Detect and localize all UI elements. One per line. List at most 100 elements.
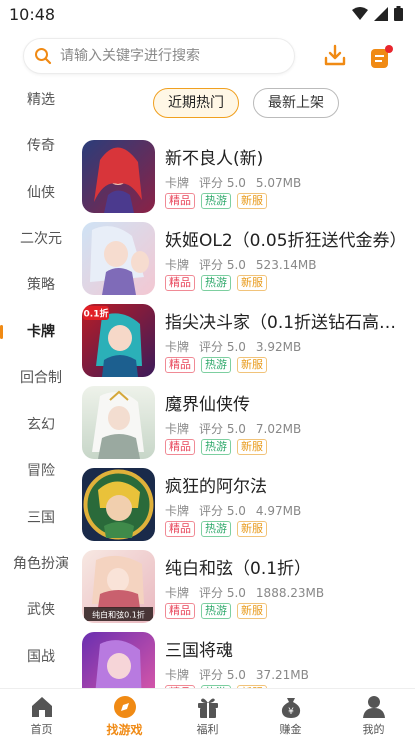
search-icon [35, 48, 52, 65]
sidebar-item-label: 传奇 [27, 138, 55, 154]
nav-home[interactable]: 首页 [0, 689, 83, 738]
download-icon[interactable] [322, 43, 348, 69]
game-list-item[interactable]: 三国将魂 卡牌评分 5.037.21MB 精品 热游 新服 [82, 628, 415, 688]
game-tags: 精品 热游 新服 [165, 439, 267, 455]
game-type: 卡牌 [165, 504, 190, 518]
sidebar-item[interactable]: 回合制 [0, 358, 82, 398]
game-rating: 评分 5.0 [199, 668, 246, 682]
nav-label: 找游戏 [106, 723, 143, 737]
game-thumbnail: 0.1折 [82, 304, 155, 377]
gift-icon [197, 698, 218, 718]
task-list-icon[interactable] [368, 44, 394, 70]
game-thumbnail: 纯白和弦0.1折 [82, 550, 155, 623]
nav-earn[interactable]: ¥ 赚金 [249, 689, 332, 738]
game-size: 523.14MB [255, 258, 317, 272]
battery-icon [394, 6, 403, 21]
game-size: 37.21MB [255, 668, 309, 682]
tag-premium: 精品 [165, 521, 195, 537]
sidebar-item-label: 回合制 [20, 370, 62, 386]
game-meta: 卡牌 评分 5.0 3.92MB [165, 338, 311, 355]
tag-premium: 精品 [165, 275, 195, 291]
game-name: 纯白和弦（0.1折） [165, 559, 312, 579]
discount-badge: 0.1折 [84, 308, 109, 320]
tag-hot: 热游 [201, 439, 231, 455]
tag-new-server: 新服 [237, 521, 267, 537]
sidebar-item[interactable]: 精选 [0, 80, 82, 120]
game-list-item[interactable]: 新不良人(新) 卡牌 评分 5.0 5.07MB 精品 热游 新服 [82, 136, 415, 218]
sidebar-item[interactable]: 玄幻 [0, 405, 82, 445]
tag-new-server: 新服 [237, 193, 267, 209]
tag-hot: 热游 [201, 521, 231, 537]
game-name: 指尖决斗家（0.1折送钻石高… [165, 313, 397, 333]
sidebar-item-label: 国战 [27, 649, 55, 665]
game-list-item[interactable]: 纯白和弦0.1折 纯白和弦（0.1折） 卡牌 评分 5.0 1888.23MB 精品… [82, 546, 415, 628]
tab-recent-hot[interactable]: 近期热门 [153, 88, 239, 118]
title-banner: 纯白和弦0.1折 [92, 610, 145, 620]
wifi-icon [352, 6, 368, 20]
game-rating: 评分 5.0 [199, 340, 246, 354]
search-input[interactable] [60, 48, 280, 64]
game-tags: 精品 热游 新服 [165, 275, 267, 291]
sidebar-item[interactable]: 武侠 [0, 590, 82, 630]
game-type: 卡牌 [165, 586, 190, 600]
sidebar-item[interactable]: 角色扮演 [0, 544, 82, 584]
sidebar-item[interactable]: 二次元 [0, 219, 82, 259]
game-tags: 精品 热游 新服 [165, 603, 267, 619]
game-rating: 评分 5.0 [199, 176, 246, 190]
nav-find-game[interactable]: 找游戏 [83, 689, 166, 738]
game-rating: 评分 5.0 [199, 422, 246, 436]
sidebar-item[interactable]: 策略 [0, 265, 82, 305]
game-meta: 卡牌 评分 5.0 5.07MB [165, 174, 311, 191]
status-icons [352, 6, 403, 21]
search-box[interactable] [23, 38, 295, 74]
game-meta: 卡牌 评分 5.0 4.97MB [165, 502, 311, 519]
sidebar-item-label: 冒险 [27, 463, 55, 479]
sidebar-item[interactable]: 传奇 [0, 126, 82, 166]
game-meta: 卡牌 评分 5.0 523.14MB [165, 256, 327, 273]
game-rating: 评分 5.0 [199, 258, 246, 272]
game-name: 魔界仙侠传 [165, 395, 250, 415]
nav-label: 我的 [362, 723, 385, 736]
game-tags: 精品 热游 新服 [165, 357, 267, 373]
game-list-item[interactable]: 0.1折 指尖决斗家（0.1折送钻石高… 卡牌 评分 5.0 3.92MB 精品 热… [82, 300, 415, 382]
sidebar-item-label: 角色扮演 [13, 556, 69, 572]
nav-welfare[interactable]: 福利 [166, 689, 249, 738]
tag-premium: 精品 [165, 439, 195, 455]
tag-new-server: 新服 [237, 275, 267, 291]
game-list: 新不良人(新) 卡牌 评分 5.0 5.07MB 精品 热游 新服 妖姬OL2（0.… [82, 136, 415, 688]
game-meta: 卡牌 评分 5.0 37.21MB [165, 666, 319, 683]
sidebar-item-label: 武侠 [27, 602, 55, 618]
game-thumbnail [82, 632, 155, 688]
sidebar-item-active[interactable]: 卡牌 [0, 312, 82, 352]
tag-premium: 精品 [165, 193, 195, 209]
svg-text:¥: ¥ [288, 707, 294, 717]
sidebar-item[interactable]: 三国 [0, 498, 82, 538]
nav-mine[interactable]: 我的 [332, 689, 415, 738]
tag-hot: 热游 [201, 603, 231, 619]
coin-bag-icon: ¥ [281, 698, 300, 718]
game-size: 4.97MB [255, 504, 302, 518]
sidebar-item-label: 精选 [27, 92, 55, 108]
game-type: 卡牌 [165, 422, 190, 436]
game-type: 卡牌 [165, 258, 190, 272]
game-list-item[interactable]: 疯狂的阿尔法 卡牌 评分 5.0 4.97MB 精品 热游 新服 [82, 464, 415, 546]
tag-new-server: 新服 [237, 603, 267, 619]
game-meta: 卡牌 评分 5.0 7.02MB [165, 420, 311, 437]
search-row [0, 38, 415, 76]
game-name: 新不良人(新) [165, 149, 264, 169]
sidebar-item[interactable]: 仙侠 [0, 173, 82, 213]
bottom-nav: 首页 找游戏 福利 ¥ 赚金 我的 [0, 688, 415, 738]
sidebar-item[interactable]: 国战 [0, 637, 82, 677]
game-meta: 卡牌 评分 5.0 1888.23MB [165, 584, 334, 601]
game-type: 卡牌 [165, 176, 190, 190]
game-thumbnail [82, 222, 155, 295]
game-tags: 精品 热游 新服 [165, 521, 267, 537]
sidebar-item[interactable]: 冒险 [0, 451, 82, 491]
tab-newest[interactable]: 最新上架 [253, 88, 339, 118]
tag-premium: 精品 [165, 603, 195, 619]
game-list-item[interactable]: 魔界仙侠传 卡牌 评分 5.0 7.02MB 精品 热游 新服 [82, 382, 415, 464]
game-name: 三国将魂 [165, 641, 233, 661]
game-type: 卡牌 [165, 340, 190, 354]
game-list-item[interactable]: 妖姬OL2（0.05折狂送代金券） 卡牌 评分 5.0 523.14MB 精品 热游… [82, 218, 415, 300]
sidebar-item-label: 仙侠 [27, 185, 55, 201]
